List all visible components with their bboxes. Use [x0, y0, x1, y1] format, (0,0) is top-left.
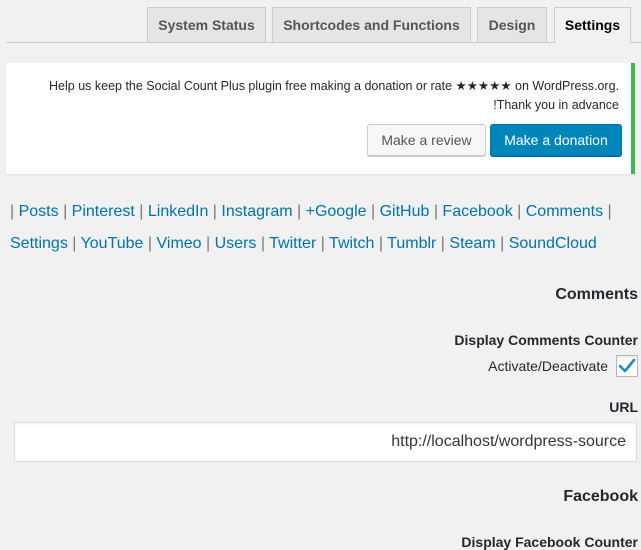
link-separator: |	[429, 203, 443, 220]
tab-design[interactable]: Design	[477, 7, 547, 42]
link-separator: |	[316, 235, 330, 252]
checkmark-icon	[618, 358, 636, 373]
network-link-users[interactable]: Users	[215, 235, 257, 252]
make-review-button[interactable]: Make a review	[367, 124, 486, 156]
tab-shortcodes-functions[interactable]: Shortcodes and Functions	[272, 7, 471, 42]
network-links: | Posts | Pinterest | LinkedIn | Instagr…	[10, 196, 635, 260]
network-link-comments[interactable]: Comments	[526, 203, 603, 220]
network-link-github[interactable]: GitHub	[380, 203, 430, 220]
activate-label: Activate/Deactivate	[488, 358, 608, 374]
link-separator: |	[495, 235, 509, 252]
comments-counter-label: Display Comments Counter	[454, 332, 638, 348]
tab-settings[interactable]: Settings	[554, 7, 631, 43]
link-separator: |	[143, 235, 157, 252]
nav-tab-wrapper: System Status Shortcodes and Functions D…	[0, 0, 641, 43]
network-link-twitter[interactable]: Twitter	[269, 235, 316, 252]
network-link-pinterest[interactable]: Pinterest	[72, 203, 135, 220]
link-separator: |	[67, 235, 81, 252]
network-link-youtube[interactable]: YouTube	[81, 235, 144, 252]
link-separator: |	[512, 203, 526, 220]
notice-line-2: !Thank you in advance	[493, 98, 619, 112]
comments-activate-checkbox[interactable]	[616, 355, 638, 377]
comments-url-input[interactable]: http://localhost/wordpress-source	[14, 422, 637, 462]
url-label: URL	[609, 399, 638, 415]
network-link-posts[interactable]: Posts	[19, 203, 59, 220]
link-separator: |	[366, 203, 380, 220]
notice-message: Help us keep the Social Count Plus plugi…	[19, 77, 619, 115]
network-link-soundcloud[interactable]: SoundCloud	[509, 235, 597, 252]
network-link-google[interactable]: +Google	[306, 203, 367, 220]
network-link-settings[interactable]: Settings	[10, 235, 68, 252]
network-link-steam[interactable]: Steam	[449, 235, 495, 252]
link-separator: |	[58, 203, 72, 220]
link-separator: |	[292, 203, 306, 220]
link-separator: |	[201, 235, 215, 252]
link-separator: |	[374, 235, 388, 252]
network-link-tumblr[interactable]: Tumblr	[387, 235, 436, 252]
facebook-section-title: Facebook	[563, 488, 638, 505]
network-link-linkedin[interactable]: LinkedIn	[148, 203, 209, 220]
link-separator: |	[436, 235, 450, 252]
link-separator: |	[10, 203, 19, 220]
link-separator: |	[208, 203, 222, 220]
network-link-twitch[interactable]: Twitch	[329, 235, 374, 252]
comments-activate-row: Activate/Deactivate	[488, 353, 638, 379]
make-donation-button[interactable]: Make a donation	[490, 124, 622, 156]
tab-system-status[interactable]: System Status	[147, 7, 266, 42]
network-link-vimeo[interactable]: Vimeo	[157, 235, 202, 252]
network-link-facebook[interactable]: Facebook	[442, 203, 512, 220]
donation-notice: Help us keep the Social Count Plus plugi…	[6, 63, 635, 174]
link-separator: |	[256, 235, 270, 252]
facebook-counter-label: Display Facebook Counter	[461, 534, 638, 550]
comments-section-title: Comments	[555, 286, 638, 303]
link-separator: |	[603, 203, 612, 220]
tab-divider	[6, 42, 641, 43]
link-separator: |	[134, 203, 148, 220]
network-link-instagram[interactable]: Instagram	[221, 203, 292, 220]
notice-line-1: Help us keep the Social Count Plus plugi…	[49, 79, 619, 93]
